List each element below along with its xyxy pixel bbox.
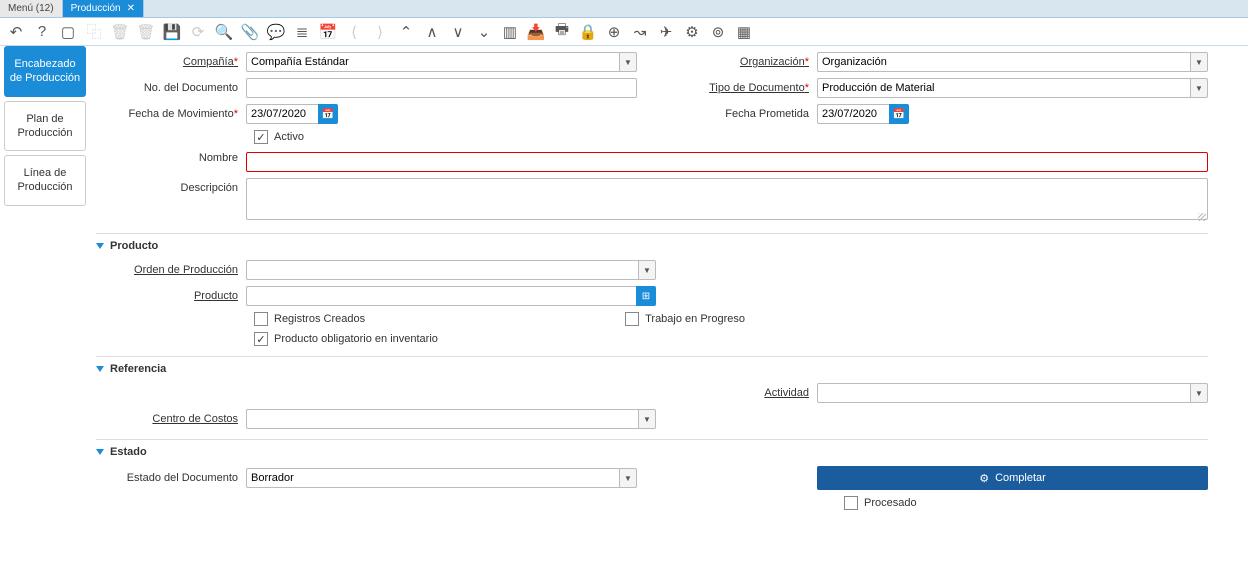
grid-icon[interactable]: ≣: [292, 22, 312, 42]
checkbox-trabajo-progreso[interactable]: [625, 312, 639, 326]
side-tab-plan[interactable]: Plan de Producción: [4, 101, 86, 152]
checkbox-producto-obligatorio[interactable]: [254, 332, 268, 346]
parent-icon[interactable]: ⌃: [396, 22, 416, 42]
lookup-producto-icon[interactable]: ⊞: [636, 286, 656, 306]
copy-icon: ⿻: [84, 22, 104, 42]
window-tabs: Menú (12) Producción ✕: [0, 0, 1248, 18]
label-orden-produccion: Orden de Producción: [96, 264, 246, 276]
process-icon[interactable]: ⚙: [682, 22, 702, 42]
back-arrow-icon[interactable]: ↶: [6, 22, 26, 42]
label-actividad: Actividad: [667, 387, 817, 399]
input-compania[interactable]: [246, 52, 619, 72]
gear-icon: ⚙: [979, 472, 989, 485]
label-no-documento: No. del Documento: [96, 82, 246, 94]
tab-menu[interactable]: Menú (12): [0, 0, 63, 17]
label-trabajo-progreso: Trabajo en Progreso: [645, 313, 745, 325]
nav-last-icon: ⟩: [370, 22, 390, 42]
close-icon[interactable]: ✕: [127, 3, 135, 14]
tab-produccion[interactable]: Producción ✕: [63, 0, 144, 17]
input-organizacion[interactable]: [817, 52, 1190, 72]
find-icon[interactable]: 🔍: [214, 22, 234, 42]
calendar-icon[interactable]: 📅: [318, 104, 338, 124]
input-orden-produccion[interactable]: [246, 260, 638, 280]
request-icon[interactable]: ✈: [656, 22, 676, 42]
down-icon[interactable]: ∨: [448, 22, 468, 42]
tab-produccion-label: Producción: [71, 3, 121, 14]
label-procesado: Procesado: [864, 497, 917, 509]
dropdown-centro-costos[interactable]: ▼: [638, 409, 656, 429]
label-activo: Activo: [274, 131, 304, 143]
collapse-icon[interactable]: [96, 449, 104, 455]
dropdown-compania[interactable]: ▼: [619, 52, 637, 72]
form-content: Compañía* ▼ Organización* ▼ No. del Docu…: [90, 46, 1248, 573]
side-tabs: Encabezado de Producción Plan de Producc…: [0, 46, 90, 573]
checkbox-procesado[interactable]: [844, 496, 858, 510]
input-fecha-movimiento[interactable]: [246, 104, 318, 124]
collapse-icon[interactable]: [96, 366, 104, 372]
section-title-referencia: Referencia: [110, 363, 166, 375]
chat-icon: 💬: [266, 22, 286, 42]
dropdown-actividad[interactable]: ▼: [1190, 383, 1208, 403]
tab-menu-label: Menú (12): [8, 3, 54, 14]
section-title-producto: Producto: [110, 240, 158, 252]
input-actividad[interactable]: [817, 383, 1190, 403]
delete-all-icon: 🗑: [136, 22, 156, 42]
label-registros-creados: Registros Creados: [274, 313, 365, 325]
section-producto: Producto: [96, 233, 1208, 260]
delete-icon: 🗑: [110, 22, 130, 42]
label-nombre: Nombre: [96, 152, 246, 164]
toolbar: ↶? ▢ ⿻ 🗑 🗑 💾 ⟳ 🔍 📎 💬 ≣ 📅 ⟨ ⟩ ⌃ ∧ ∨ ⌄ ▥ 📥 🖶 🔒 ⊕ ↝ ✈ ⚙ ⊚ ▦: [0, 18, 1248, 46]
label-centro-costos: Centro de Costos: [96, 413, 246, 425]
input-fecha-prometida[interactable]: [817, 104, 889, 124]
label-estado-documento: Estado del Documento: [96, 472, 246, 484]
input-centro-costos[interactable]: [246, 409, 638, 429]
collapse-icon[interactable]: [96, 243, 104, 249]
checkbox-activo[interactable]: [254, 130, 268, 144]
dropdown-estado-documento[interactable]: ▼: [619, 468, 637, 488]
input-producto[interactable]: [246, 286, 636, 306]
refresh-icon: ⟳: [188, 22, 208, 42]
label-descripcion: Descripción: [96, 178, 246, 194]
info-icon[interactable]: ⊚: [708, 22, 728, 42]
label-fecha-movimiento: Fecha de Movimiento*: [96, 108, 246, 120]
workflow-icon[interactable]: ↝: [630, 22, 650, 42]
label-compania: Compañía*: [96, 56, 246, 68]
calendar-icon[interactable]: 📅: [889, 104, 909, 124]
save-icon[interactable]: 💾: [162, 22, 182, 42]
calendar-icon[interactable]: 📅: [318, 22, 338, 42]
lock-icon[interactable]: 🔒: [578, 22, 598, 42]
input-no-documento[interactable]: [246, 78, 637, 98]
label-producto-obligatorio: Producto obligatorio en inventario: [274, 333, 438, 345]
input-nombre[interactable]: [246, 152, 1208, 172]
input-estado-documento[interactable]: [246, 468, 619, 488]
input-tipo-documento[interactable]: [817, 78, 1190, 98]
archive-icon[interactable]: 📥: [526, 22, 546, 42]
customize-icon[interactable]: ▦: [734, 22, 754, 42]
nav-first-icon: ⟨: [344, 22, 364, 42]
zoom-icon[interactable]: ⊕: [604, 22, 624, 42]
dropdown-orden-produccion[interactable]: ▼: [638, 260, 656, 280]
print-icon[interactable]: 🖶: [552, 22, 572, 42]
label-fecha-prometida: Fecha Prometida: [667, 108, 817, 120]
dropdown-organizacion[interactable]: ▼: [1190, 52, 1208, 72]
attachment-icon: 📎: [240, 22, 260, 42]
completar-label: Completar: [995, 472, 1046, 484]
dropdown-tipo-documento[interactable]: ▼: [1190, 78, 1208, 98]
up-icon[interactable]: ∧: [422, 22, 442, 42]
section-title-estado: Estado: [110, 446, 147, 458]
detail-icon[interactable]: ⌄: [474, 22, 494, 42]
input-descripcion[interactable]: [246, 178, 1208, 220]
label-tipo-documento: Tipo de Documento*: [667, 82, 817, 94]
section-referencia: Referencia: [96, 356, 1208, 383]
checkbox-registros-creados[interactable]: [254, 312, 268, 326]
report-icon[interactable]: ▥: [500, 22, 520, 42]
side-tab-encabezado[interactable]: Encabezado de Producción: [4, 46, 86, 97]
completar-button[interactable]: ⚙ Completar: [817, 466, 1208, 490]
label-organizacion: Organización*: [667, 56, 817, 68]
label-producto: Producto: [96, 290, 246, 302]
side-tab-linea[interactable]: Línea de Producción: [4, 155, 86, 206]
section-estado: Estado: [96, 439, 1208, 466]
help-icon[interactable]: ?: [32, 22, 52, 42]
new-icon[interactable]: ▢: [58, 22, 78, 42]
